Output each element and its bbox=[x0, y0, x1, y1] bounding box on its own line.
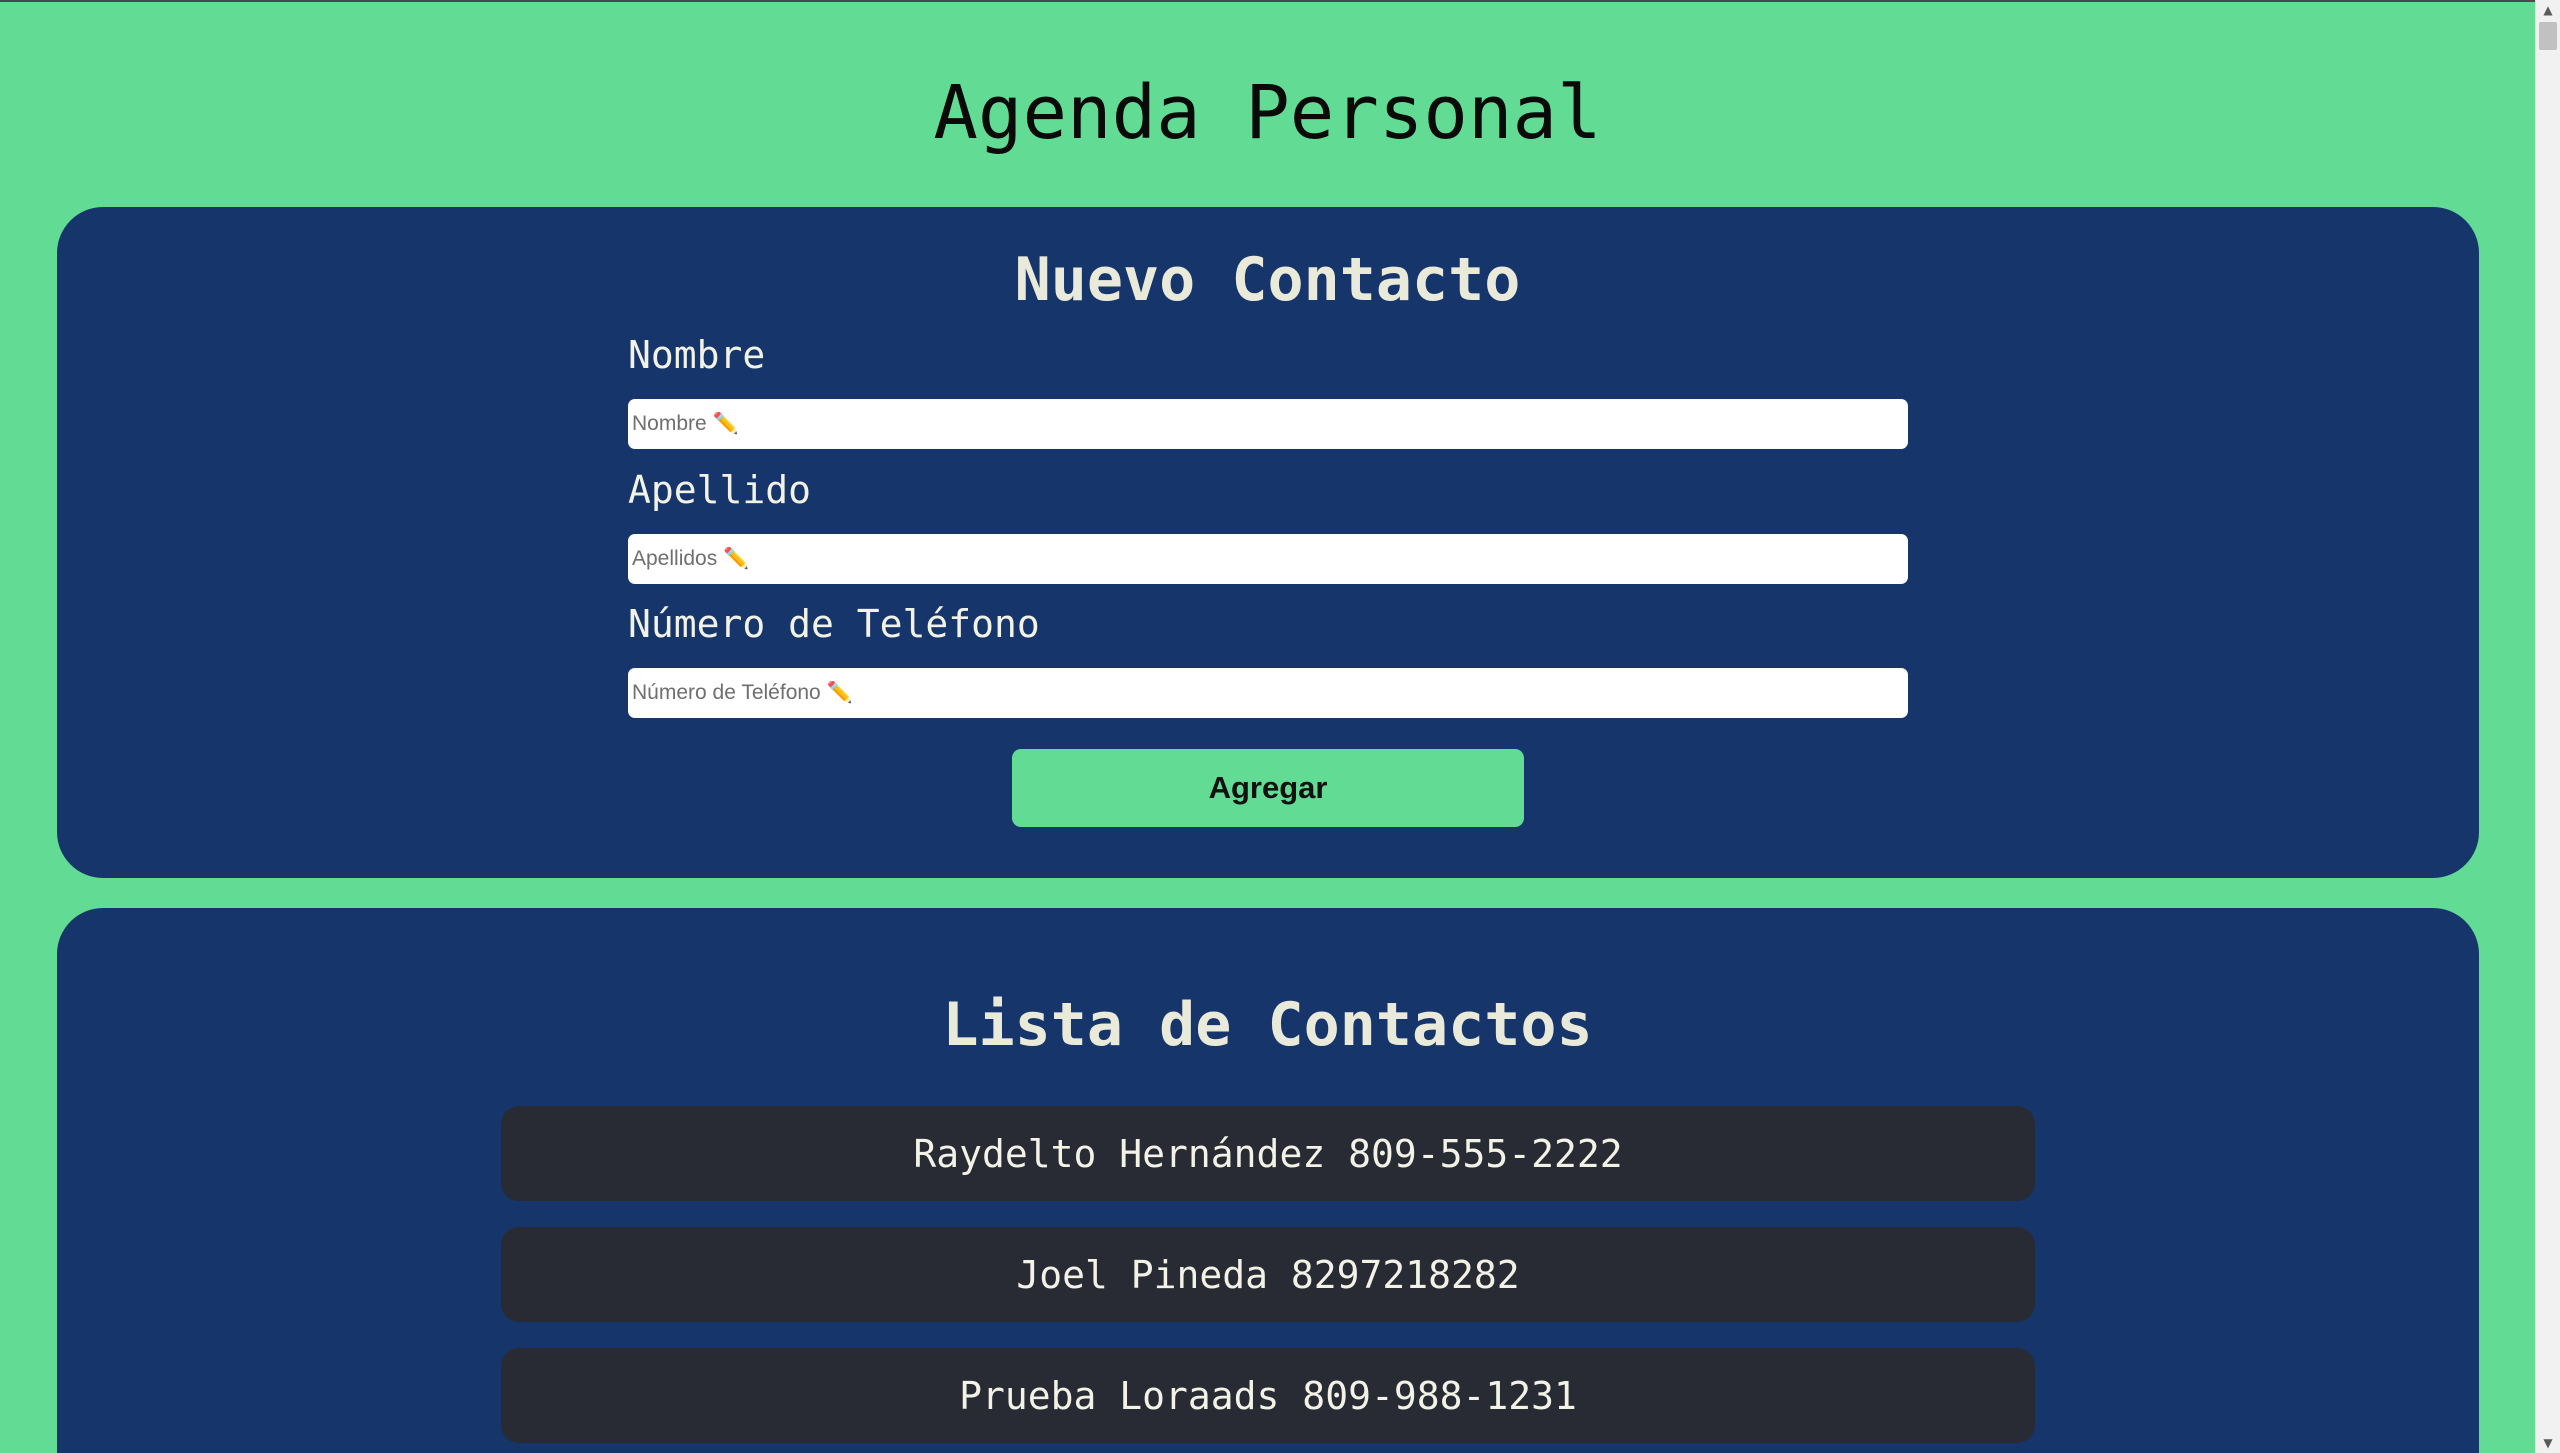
scroll-thumb[interactable] bbox=[2539, 22, 2557, 50]
page: Agenda Personal Nuevo Contacto Nombre Ap… bbox=[0, 0, 2535, 1453]
first-name-label: Nombre bbox=[628, 333, 766, 377]
contact-item-text: Joel Pineda 8297218282 bbox=[1016, 1252, 1520, 1297]
vertical-scrollbar[interactable]: ▲ ▼ bbox=[2535, 0, 2560, 1453]
phone-label: Número de Teléfono bbox=[628, 602, 1040, 646]
contact-item[interactable]: Prueba Loraads 809-988-1231 bbox=[501, 1348, 2035, 1443]
scroll-up-arrow-icon[interactable]: ▲ bbox=[2536, 0, 2560, 20]
contact-item[interactable]: Joel Pineda 8297218282 bbox=[501, 1227, 2035, 1322]
scroll-down-arrow-icon[interactable]: ▼ bbox=[2536, 1433, 2560, 1453]
new-contact-heading: Nuevo Contacto bbox=[1014, 245, 1521, 315]
contact-list-heading: Lista de Contactos bbox=[942, 990, 1593, 1060]
last-name-label: Apellido bbox=[628, 468, 812, 512]
page-title: Agenda Personal bbox=[933, 70, 1602, 156]
contact-item-text: Prueba Loraads 809-988-1231 bbox=[959, 1373, 1577, 1418]
phone-input[interactable] bbox=[628, 668, 1908, 718]
contact-item-text: Raydelto Hernández 809-555-2222 bbox=[913, 1131, 1623, 1176]
contact-item[interactable]: Raydelto Hernández 809-555-2222 bbox=[501, 1106, 2035, 1201]
last-name-input[interactable] bbox=[628, 534, 1908, 584]
first-name-input[interactable] bbox=[628, 399, 1908, 449]
add-contact-button[interactable]: Agregar bbox=[1012, 749, 1524, 827]
